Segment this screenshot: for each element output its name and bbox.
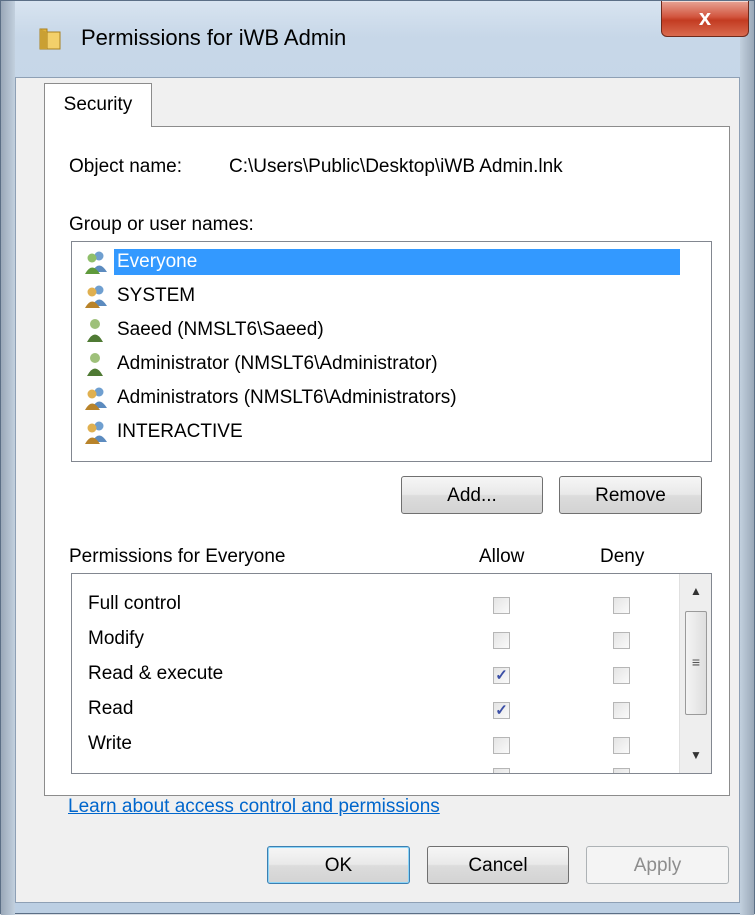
window-frame-left xyxy=(1,1,15,915)
allow-read-checkbox[interactable]: ✓ xyxy=(493,702,510,719)
list-item-system[interactable]: SYSTEM xyxy=(82,280,198,312)
scroll-up-icon[interactable]: ▲ xyxy=(680,576,711,606)
folder-icon xyxy=(39,28,61,50)
user-list[interactable]: Everyone SYSTEM Saeed (NMSLT6\Saeed) Adm… xyxy=(71,241,712,462)
title-bar[interactable]: Permissions for iWB Admin xyxy=(15,1,740,77)
list-item-interactive[interactable]: INTERACTIVE xyxy=(82,416,246,448)
group-icon xyxy=(85,421,107,444)
permission-row-full-control: Full control xyxy=(72,587,672,623)
permission-name: Write xyxy=(88,733,132,754)
ok-button[interactable]: OK xyxy=(267,846,410,884)
allow-write-checkbox[interactable] xyxy=(493,737,510,754)
cancel-button[interactable]: Cancel xyxy=(427,846,569,884)
permission-row-modify: Modify xyxy=(72,622,672,658)
permissions-window: Permissions for iWB Admin x Security Obj… xyxy=(0,0,755,915)
user-icon xyxy=(87,319,103,342)
deny-column-header: Deny xyxy=(600,546,645,567)
list-item-label: Everyone xyxy=(114,249,680,275)
remove-button[interactable]: Remove xyxy=(559,476,702,514)
deny-read-checkbox[interactable] xyxy=(613,702,630,719)
window-title: Permissions for iWB Admin xyxy=(81,25,347,50)
dialog-client-area: Security Object name: C:\Users\Public\De… xyxy=(15,77,740,903)
tab-security[interactable]: Security xyxy=(44,83,152,127)
list-item-saeed[interactable]: Saeed (NMSLT6\Saeed) xyxy=(82,314,327,346)
close-button[interactable]: x xyxy=(661,1,749,37)
list-item-label: Administrators (NMSLT6\Administrators) xyxy=(117,387,457,408)
window-frame-right xyxy=(740,1,754,915)
permission-row-write: Write xyxy=(72,727,672,763)
permission-name: Modify xyxy=(88,628,144,649)
group-icon xyxy=(85,251,107,274)
list-item-label: Saeed (NMSLT6\Saeed) xyxy=(117,319,324,340)
group-icon xyxy=(85,387,107,410)
permission-name: Read & execute xyxy=(88,663,224,684)
deny-write-checkbox[interactable] xyxy=(613,737,630,754)
close-icon: x xyxy=(698,5,712,30)
allow-modify-checkbox[interactable] xyxy=(493,632,510,649)
list-item-administrator[interactable]: Administrator (NMSLT6\Administrator) xyxy=(82,348,441,380)
deny-full-control-checkbox[interactable] xyxy=(613,597,630,614)
object-name-value: C:\Users\Public\Desktop\iWB Admin.lnk xyxy=(229,156,563,177)
deny-partial-checkbox[interactable] xyxy=(613,768,630,773)
list-item-label: Administrator (NMSLT6\Administrator) xyxy=(117,353,438,374)
permissions-list[interactable]: Full control Modify Read & execute ✓ Rea… xyxy=(71,573,712,774)
learn-about-access-control-link[interactable]: Learn about access control and permissio… xyxy=(68,796,440,818)
allow-column-header: Allow xyxy=(479,546,525,567)
group-or-user-names-label: Group or user names: xyxy=(69,214,254,235)
permission-row-read: Read ✓ xyxy=(72,692,672,728)
user-icon xyxy=(87,353,103,376)
object-name-label: Object name: xyxy=(69,156,182,177)
deny-read-execute-checkbox[interactable] xyxy=(613,667,630,684)
allow-read-execute-checkbox[interactable]: ✓ xyxy=(493,667,510,684)
group-icon xyxy=(85,285,107,308)
list-item-label: SYSTEM xyxy=(117,285,196,306)
list-item-administrators[interactable]: Administrators (NMSLT6\Administrators) xyxy=(82,382,460,414)
apply-button[interactable]: Apply xyxy=(586,846,729,884)
allow-partial-checkbox[interactable] xyxy=(493,768,510,773)
permission-row-read-execute: Read & execute ✓ xyxy=(72,657,672,693)
permission-row-partial xyxy=(72,762,672,773)
permission-name: Full control xyxy=(88,593,181,614)
scroll-down-icon[interactable]: ▼ xyxy=(680,740,711,770)
allow-full-control-checkbox[interactable] xyxy=(493,597,510,614)
permission-name: Read xyxy=(88,698,134,719)
scrollbar-thumb[interactable]: ≡ xyxy=(685,611,707,715)
add-button[interactable]: Add... xyxy=(401,476,543,514)
list-item-everyone[interactable]: Everyone xyxy=(82,246,680,278)
list-item-label: INTERACTIVE xyxy=(117,421,243,442)
deny-modify-checkbox[interactable] xyxy=(613,632,630,649)
permissions-scrollbar[interactable]: ▲ ≡ ▼ xyxy=(679,574,711,773)
permissions-for-label: Permissions for Everyone xyxy=(69,546,286,567)
